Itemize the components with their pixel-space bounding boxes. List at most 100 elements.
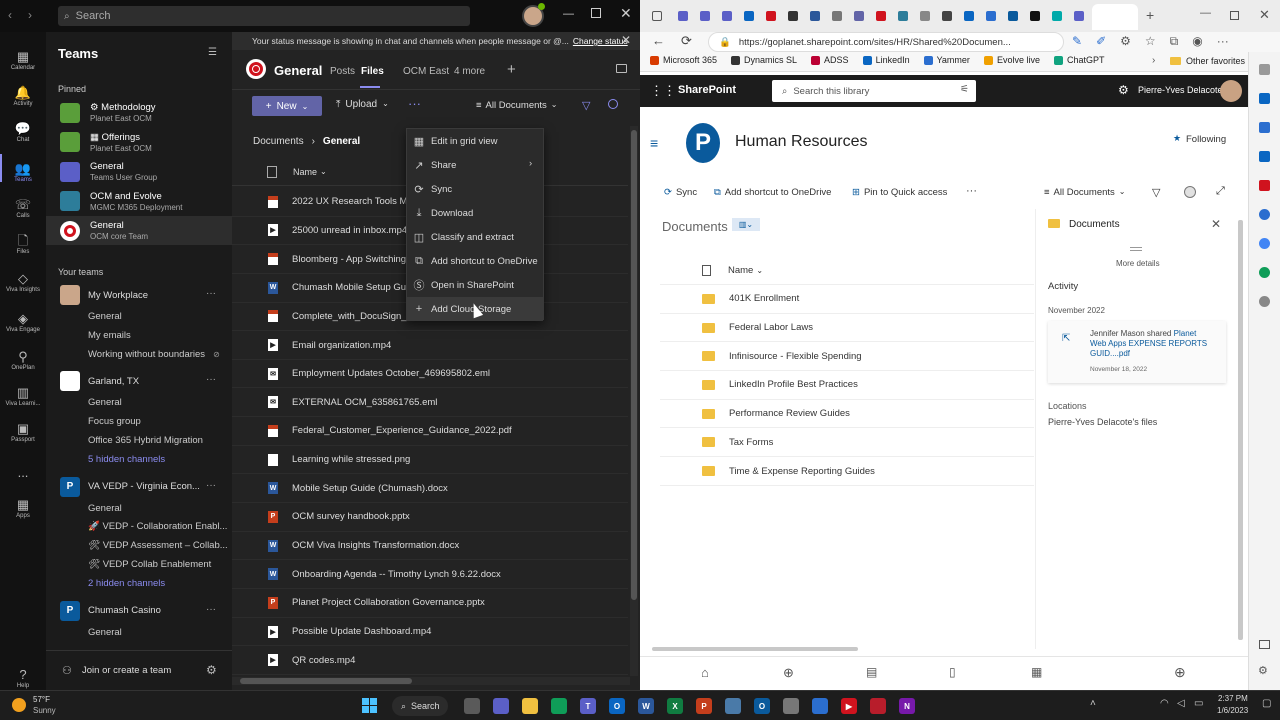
breadcrumb-root[interactable]: Documents xyxy=(253,136,304,147)
refresh-icon[interactable]: ⟳ xyxy=(681,33,692,49)
teams-icon[interactable]: T xyxy=(580,698,596,714)
address-bar[interactable]: 🔒 https://goplanet.sharepoint.com/sites/… xyxy=(708,32,1064,52)
horizontal-scrollbar[interactable] xyxy=(232,677,630,685)
weather-desc[interactable]: Sunny xyxy=(33,706,56,715)
browser-tab-favicon[interactable] xyxy=(744,11,754,21)
excel-icon[interactable]: X xyxy=(667,698,683,714)
filter-options-icon[interactable]: ⚟ xyxy=(960,84,969,95)
file-row[interactable]: W Onboarding Agenda -- Timothy Lynch 9.6.… xyxy=(232,560,628,590)
folder-row[interactable]: Infinisource - Flexible Spending xyxy=(660,342,1034,372)
rail-apps[interactable]: ▦ Apps xyxy=(0,490,46,526)
favorite-item[interactable]: Yammer xyxy=(923,55,970,65)
browser-tab-favicon[interactable] xyxy=(1008,11,1018,21)
more-options-icon[interactable]: ··· xyxy=(206,374,216,385)
file-row[interactable]: ▶ QR codes.mp4 xyxy=(232,646,628,675)
channel-item[interactable]: 🚀 VEDP - Collaboration Enabl... xyxy=(46,517,232,536)
more-options-icon[interactable]: ··· xyxy=(206,604,216,615)
menu-icon[interactable]: ··· xyxy=(1217,34,1229,49)
library-view-icon[interactable]: ▥⌄ xyxy=(732,218,760,231)
close-icon[interactable]: ✕ xyxy=(1259,7,1270,23)
folder-row[interactable]: Federal Labor Laws xyxy=(660,314,1034,343)
view-switcher[interactable]: ≡ All Documents ⌄ xyxy=(1044,187,1126,198)
browser-tab-favicon[interactable] xyxy=(832,11,842,21)
pinned-team[interactable]: ⚙ Methodology Planet East OCM xyxy=(46,98,232,127)
extension-icon[interactable]: ✐ xyxy=(1096,34,1106,49)
h-scrollbar-thumb[interactable] xyxy=(652,647,858,651)
rail-passport[interactable]: ▣ Passport xyxy=(0,414,46,450)
back-icon[interactable]: ‹ xyxy=(8,8,12,22)
settings-icon[interactable]: ⚙ xyxy=(1118,83,1129,97)
other-favorites[interactable]: Other favorites xyxy=(1186,56,1245,66)
channel-item[interactable]: Office 365 Hybrid Migration xyxy=(46,431,232,450)
scrollbar-thumb[interactable] xyxy=(1238,220,1243,640)
favorite-item[interactable]: Dynamics SL xyxy=(731,55,797,65)
browser-tab-favicon[interactable] xyxy=(942,11,952,21)
battery-icon[interactable]: ▭ xyxy=(1194,698,1203,709)
channel-item[interactable]: My emails xyxy=(46,326,232,345)
channel-item[interactable]: General xyxy=(46,499,232,518)
horizontal-scrollbar[interactable] xyxy=(652,646,1032,652)
globe-icon[interactable]: ⊕ xyxy=(783,665,794,681)
site-logo[interactable]: P xyxy=(686,123,720,163)
minimize-icon[interactable]: — xyxy=(563,8,574,20)
more-actions-icon[interactable]: ··· xyxy=(408,96,421,111)
browser-tab-favicon[interactable] xyxy=(700,11,710,21)
file-row[interactable]: P OCM survey handbook.pptx xyxy=(232,503,628,532)
browser-tab-favicon[interactable] xyxy=(678,11,688,21)
browser-tab-favicon[interactable] xyxy=(1030,11,1040,21)
name-column-header[interactable]: Name xyxy=(728,265,753,276)
pinned-team[interactable]: ▦ Offerings Planet East OCM xyxy=(46,128,232,157)
info-icon[interactable] xyxy=(608,99,618,109)
browser-tab-favicon[interactable] xyxy=(854,11,864,21)
site-title[interactable]: Human Resources xyxy=(735,133,868,151)
wifi-icon[interactable]: ◠ xyxy=(1160,698,1169,709)
powerpoint-icon[interactable]: P xyxy=(696,698,712,714)
acrobat-icon[interactable] xyxy=(870,698,886,714)
folder-row[interactable]: Performance Review Guides xyxy=(660,400,1034,429)
pinned-team[interactable]: General OCM core Team xyxy=(46,216,232,245)
pin-quick-access-command[interactable]: ⊞ Pin to Quick access xyxy=(852,187,947,198)
following-button[interactable]: Following xyxy=(1186,134,1226,145)
outlook-icon[interactable] xyxy=(1259,93,1270,104)
folder-row[interactable]: Time & Expense Reporting Guides xyxy=(660,457,1034,486)
channel-item[interactable]: 🛠 VEDP Collab Enablement xyxy=(46,555,232,574)
google-icon[interactable] xyxy=(1259,238,1270,249)
clock-date[interactable]: 1/6/2023 xyxy=(1217,706,1248,715)
browser-tab-favicon[interactable] xyxy=(1074,11,1084,21)
tab-posts[interactable]: Posts xyxy=(330,66,355,77)
user-name[interactable]: Pierre-Yves Delacote xyxy=(1138,85,1223,95)
team-row[interactable]: My Workplace ··· xyxy=(46,283,232,307)
rail-chat[interactable]: 💬 Chat xyxy=(0,114,46,150)
favorites-icon[interactable]: ☆ xyxy=(1145,34,1156,49)
word-icon[interactable]: W xyxy=(638,698,654,714)
file-row[interactable]: Learning while stressed.png xyxy=(232,446,628,475)
task-view-icon[interactable] xyxy=(464,698,480,714)
tools-icon[interactable] xyxy=(1259,267,1270,278)
tab-actions-icon[interactable] xyxy=(652,11,662,21)
more-details-link[interactable]: More details xyxy=(1116,259,1160,268)
tab-ocm-east[interactable]: OCM East xyxy=(403,66,449,77)
rail-phone[interactable]: ☏ Calls xyxy=(0,190,46,226)
more-commands-icon[interactable]: ··· xyxy=(966,185,977,197)
team-row[interactable]: P Chumash Casino ··· xyxy=(46,599,232,623)
browser-tab-favicon[interactable] xyxy=(920,11,930,21)
rail-teams[interactable]: 👥 Teams xyxy=(0,154,46,190)
rail-engage[interactable]: ◈ Viva Engage xyxy=(0,304,46,340)
vertical-scrollbar[interactable] xyxy=(630,126,638,676)
snip-icon[interactable] xyxy=(783,698,799,714)
meet-icon[interactable] xyxy=(616,64,627,73)
browser-tab-favicon[interactable] xyxy=(898,11,908,21)
start-icon[interactable] xyxy=(362,698,377,713)
context-menu-item[interactable]: ⟳ Sync xyxy=(407,177,543,201)
hamburger-icon[interactable]: ≡ xyxy=(650,135,658,151)
file-row[interactable]: W Mobile Setup Guide (Chumash).docx xyxy=(232,475,628,504)
favorite-item[interactable]: ChatGPT xyxy=(1053,55,1104,65)
pinned-team[interactable]: OCM and Evolve MGMC M365 Deployment xyxy=(46,187,232,216)
context-menu-item[interactable]: ▦ Edit in grid view xyxy=(407,129,543,153)
folder-row[interactable]: 401K Enrollment xyxy=(660,285,1034,314)
browser-tab-favicon[interactable] xyxy=(810,11,820,21)
file-row[interactable]: W OCM Viva Insights Transformation.docx xyxy=(232,532,628,561)
active-tab[interactable] xyxy=(1092,4,1138,30)
browser-tab-favicon[interactable] xyxy=(1052,11,1062,21)
scrollbar-thumb[interactable] xyxy=(631,130,637,600)
